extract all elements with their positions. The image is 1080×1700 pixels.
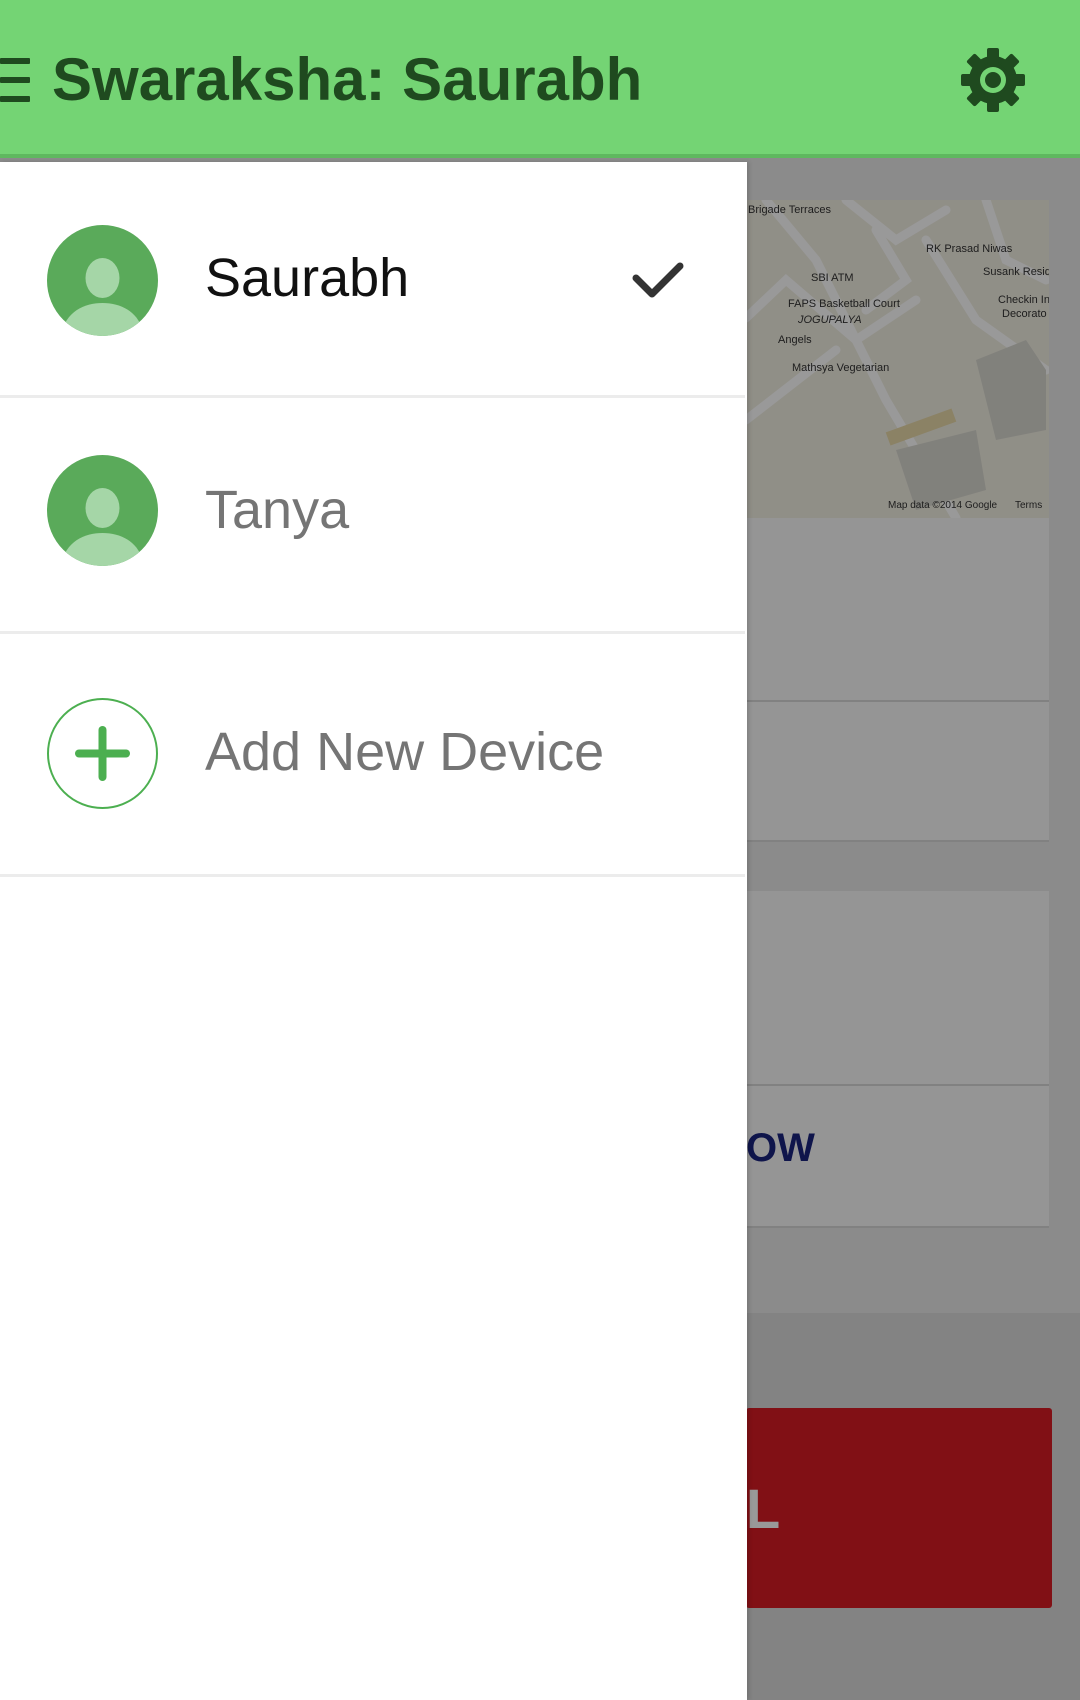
navigation-drawer: Saurabh Tanya Add New Device bbox=[0, 162, 747, 1700]
device-name: Tanya bbox=[205, 480, 350, 540]
person-avatar-icon bbox=[47, 225, 158, 336]
app-title: Swaraksha: Saurabh bbox=[52, 46, 643, 113]
person-avatar-icon bbox=[47, 455, 158, 566]
add-device-item[interactable]: Add New Device bbox=[0, 634, 745, 877]
checkmark-icon bbox=[632, 262, 684, 298]
device-name: Saurabh bbox=[205, 248, 410, 308]
add-device-label: Add New Device bbox=[205, 722, 605, 782]
gear-icon[interactable] bbox=[958, 45, 1028, 115]
plus-circle-icon bbox=[47, 698, 158, 809]
hamburger-menu-icon[interactable] bbox=[0, 58, 30, 102]
app-bar: Swaraksha: Saurabh bbox=[0, 0, 1080, 158]
device-item-saurabh[interactable]: Saurabh bbox=[0, 162, 745, 398]
device-item-tanya[interactable]: Tanya bbox=[0, 398, 745, 634]
